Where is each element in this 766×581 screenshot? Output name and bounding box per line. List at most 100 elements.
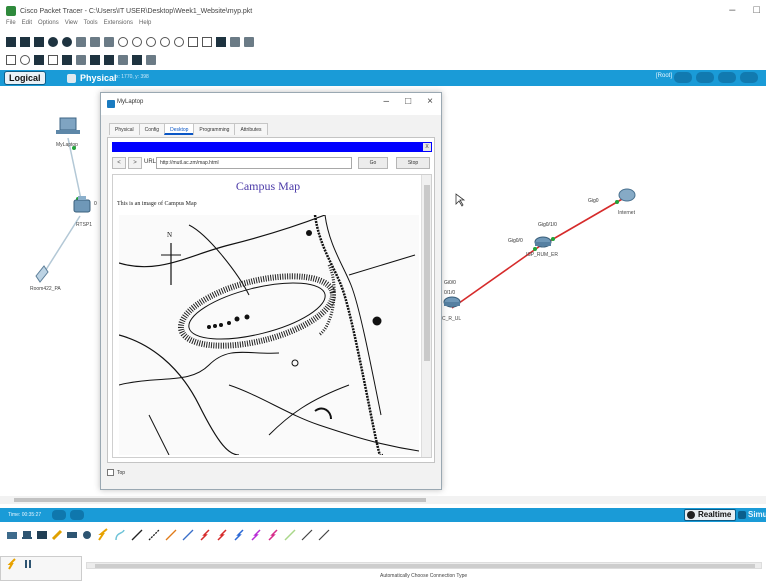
activity-wizard-icon[interactable] xyxy=(62,37,72,47)
menu-options[interactable]: Options xyxy=(38,20,59,32)
coaxial-cable-icon[interactable] xyxy=(232,528,246,542)
realtime-mode-button[interactable]: Realtime xyxy=(684,509,737,521)
url-input[interactable]: http://mutl.ac.zm/map.html xyxy=(156,157,352,169)
menu-edit[interactable]: Edit xyxy=(22,20,32,32)
save-icon[interactable] xyxy=(34,37,44,47)
console-cable-icon[interactable] xyxy=(113,528,127,542)
tab-config[interactable]: Config xyxy=(138,123,166,135)
lightning-icon[interactable] xyxy=(6,558,18,570)
workspace-scroll-thumb[interactable] xyxy=(14,498,426,502)
zoom-in-icon[interactable] xyxy=(146,37,156,47)
device-label-internet[interactable]: Internet xyxy=(618,210,635,216)
forward-button[interactable]: > xyxy=(128,157,142,169)
go-button[interactable]: Go xyxy=(358,157,388,169)
new-cluster-button[interactable] xyxy=(674,72,692,83)
realtime-label: Realtime xyxy=(698,510,732,519)
power-cycle-button[interactable] xyxy=(52,510,66,520)
cluster-icon[interactable] xyxy=(216,37,226,47)
inspect-icon[interactable] xyxy=(20,55,30,65)
maximize-button[interactable]: □ xyxy=(753,4,760,16)
dialog-minimize-button[interactable]: – xyxy=(384,96,390,107)
network-devices-icon[interactable] xyxy=(6,529,18,541)
palette-scrollbar[interactable] xyxy=(86,562,762,569)
octal-cable-icon[interactable] xyxy=(249,528,263,542)
iot-custom-cable-icon[interactable] xyxy=(266,528,280,542)
draw-line-icon[interactable] xyxy=(76,55,86,65)
wireless-cable-icon[interactable] xyxy=(300,528,314,542)
device-label-c-r-ul[interactable]: C_R_UL xyxy=(442,316,461,322)
viewport-icon[interactable] xyxy=(230,37,240,47)
web-page-view[interactable]: Campus Map This is an image of Campus Ma… xyxy=(112,174,432,458)
menu-view[interactable]: View xyxy=(65,20,78,32)
redo-icon[interactable] xyxy=(132,37,142,47)
draw-ellipse-icon[interactable] xyxy=(104,55,114,65)
draw-rectangle-icon[interactable] xyxy=(90,55,100,65)
components-icon[interactable] xyxy=(36,529,48,541)
freeform-icon[interactable] xyxy=(118,55,128,65)
auto-connection-icon[interactable] xyxy=(96,528,110,542)
logical-tab[interactable]: Logical xyxy=(4,71,46,85)
menu-tools[interactable]: Tools xyxy=(84,20,98,32)
tab-desktop[interactable]: Desktop xyxy=(164,123,195,135)
serial-dte-cable-icon[interactable] xyxy=(215,528,229,542)
fiber-cable-icon[interactable] xyxy=(164,528,178,542)
top-checkbox[interactable] xyxy=(107,469,114,476)
dialog-title-bar[interactable]: MyLaptop – □ × xyxy=(101,93,441,115)
zoom-out-icon[interactable] xyxy=(174,37,184,47)
zoom-reset-icon[interactable] xyxy=(160,37,170,47)
network-info-icon[interactable] xyxy=(48,37,58,47)
move-object-button[interactable] xyxy=(696,72,714,83)
page-scroll-thumb[interactable] xyxy=(424,185,430,361)
undo-icon[interactable] xyxy=(118,37,128,47)
simulation-mode-button[interactable]: Simulat xyxy=(738,509,766,521)
new-file-icon[interactable] xyxy=(6,37,16,47)
viewport-button[interactable] xyxy=(740,72,758,83)
page-vertical-scrollbar[interactable] xyxy=(421,175,431,457)
dialog-close-button[interactable]: × xyxy=(427,96,433,107)
device-label-pa[interactable]: Room422_PA xyxy=(30,286,61,292)
misc-icon[interactable] xyxy=(66,529,78,541)
browser-close-button[interactable]: X xyxy=(423,143,431,151)
workspace-horizontal-scrollbar[interactable] xyxy=(0,496,766,504)
menu-file[interactable]: File xyxy=(6,20,16,32)
workspace-grid-icon[interactable] xyxy=(244,37,254,47)
custom-device-icon[interactable] xyxy=(202,37,212,47)
device-label-mylaptop[interactable]: MyLaptop xyxy=(56,142,78,148)
place-note-icon[interactable] xyxy=(62,55,72,65)
end-devices-icon[interactable] xyxy=(21,529,33,541)
copy-icon[interactable] xyxy=(90,37,100,47)
drawing-palette-icon[interactable] xyxy=(188,37,198,47)
tab-attributes[interactable]: Attributes xyxy=(234,123,268,135)
menu-extensions[interactable]: Extensions xyxy=(104,20,133,32)
resize-icon[interactable] xyxy=(48,55,58,65)
connections-icon[interactable] xyxy=(51,529,63,541)
fast-forward-button[interactable] xyxy=(70,510,84,520)
delete-icon[interactable] xyxy=(34,55,44,65)
stop-button[interactable]: Stop xyxy=(396,157,430,169)
palette-scroll-thumb[interactable] xyxy=(95,564,755,568)
phone-cable-icon[interactable] xyxy=(181,528,195,542)
add-complex-pdu-icon[interactable] xyxy=(146,55,156,65)
pause-icon[interactable] xyxy=(22,558,34,570)
tab-physical[interactable]: Physical xyxy=(109,123,140,135)
open-file-icon[interactable] xyxy=(20,37,30,47)
tab-programming[interactable]: Programming xyxy=(193,123,236,135)
physical-tab[interactable]: Physical xyxy=(64,71,123,85)
straight-through-cable-icon[interactable] xyxy=(130,528,144,542)
multiuser-icon[interactable] xyxy=(81,529,93,541)
device-label-isp[interactable]: ISP_RUM_ER xyxy=(526,252,558,258)
add-simple-pdu-icon[interactable] xyxy=(132,55,142,65)
device-label-rtsp1[interactable]: RTSP1 xyxy=(76,222,92,228)
set-tiled-background-button[interactable] xyxy=(718,72,736,83)
select-icon[interactable] xyxy=(6,55,16,65)
usb-cable-icon[interactable] xyxy=(283,528,297,542)
paste-icon[interactable] xyxy=(104,37,114,47)
menu-help[interactable]: Help xyxy=(139,20,151,32)
other-cable-icon[interactable] xyxy=(317,528,331,542)
dialog-maximize-button[interactable]: □ xyxy=(405,96,411,107)
back-button[interactable]: < xyxy=(112,157,126,169)
print-icon[interactable] xyxy=(76,37,86,47)
crossover-cable-icon[interactable] xyxy=(147,528,161,542)
serial-dce-cable-icon[interactable] xyxy=(198,528,212,542)
minimize-button[interactable]: – xyxy=(729,4,735,16)
